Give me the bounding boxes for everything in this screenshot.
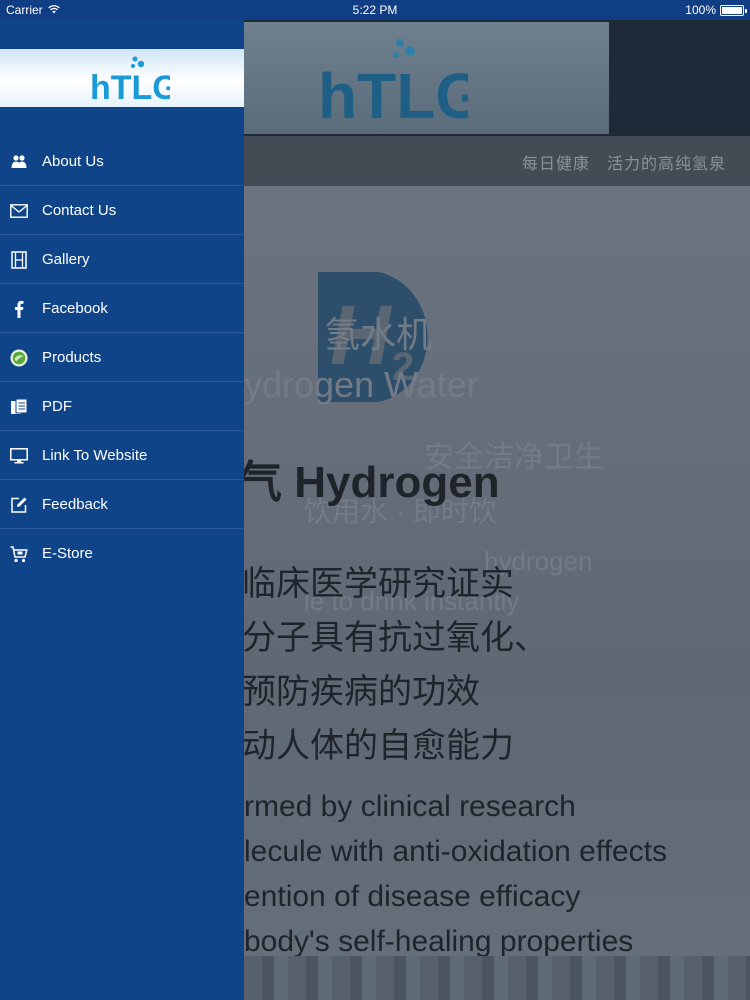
menu-item-label: Facebook (42, 300, 108, 317)
facebook-icon (10, 300, 28, 318)
main-content[interactable]: hTLG 每日健康 活力的高纯氢泉 H 2 氢水机 ydrogen Water … (244, 20, 750, 1000)
menu-item-label: PDF (42, 398, 72, 415)
brand-logo-text: hTLG (318, 60, 468, 128)
drawer-menu: About Us Contact Us Gallery Facebook Pro… (0, 137, 244, 578)
ghost-decoration: 氢水机 (324, 314, 433, 355)
ghost-decoration: ydrogen Water (244, 364, 479, 405)
drawer-logo-text: hTLG (90, 69, 170, 103)
menu-item-label: Link To Website (42, 447, 148, 464)
menu-item-facebook[interactable]: Facebook (0, 284, 244, 333)
drawer-header: hTLG (0, 49, 244, 107)
poster-cn-line: 临床医学研究证实 (244, 565, 514, 603)
menu-item-e-store[interactable]: E-Store (0, 529, 244, 578)
monitor-icon (10, 447, 28, 465)
status-bar: Carrier 5:22 PM 100% (0, 0, 750, 20)
poster-en-line: rmed by clinical research (244, 790, 576, 823)
poster-en-line: body's self-healing properties (244, 925, 634, 958)
envelope-icon (10, 202, 28, 220)
products-icon (10, 349, 28, 367)
poster-cn-line: 动人体的自愈能力 (244, 727, 514, 765)
slogan-text: 每日健康 活力的高纯氢泉 (521, 156, 726, 173)
poster-en-line: lecule with anti-oxidation effects (244, 835, 668, 868)
pebbles-decoration (244, 956, 750, 1000)
drawer-logo: hTLG (90, 56, 170, 103)
battery-icon (720, 4, 747, 16)
menu-item-about-us[interactable]: About Us (0, 137, 244, 186)
poster-headline: 气 Hydrogen (244, 458, 500, 507)
poster-cn-line: 分子具有抗过氧化、 (244, 619, 548, 657)
documents-icon (10, 398, 28, 416)
menu-item-link-to-website[interactable]: Link To Website (0, 431, 244, 480)
header-banner: hTLG (244, 22, 609, 134)
menu-item-feedback[interactable]: Feedback (0, 480, 244, 529)
menu-item-pdf[interactable]: PDF (0, 382, 244, 431)
poster-cn-line: 预防疾病的功效 (244, 673, 480, 711)
menu-item-label: Gallery (42, 251, 90, 268)
menu-item-label: About Us (42, 153, 104, 170)
poster-en-line: ention of disease efficacy (244, 880, 581, 913)
menu-item-contact-us[interactable]: Contact Us (0, 186, 244, 235)
cart-icon (10, 545, 28, 563)
menu-item-products[interactable]: Products (0, 333, 244, 382)
menu-item-label: Feedback (42, 496, 108, 513)
film-icon (10, 251, 28, 269)
battery-percent: 100% (685, 3, 716, 17)
edit-icon (10, 496, 28, 514)
menu-item-label: Contact Us (42, 202, 117, 219)
people-icon (10, 153, 28, 171)
menu-item-gallery[interactable]: Gallery (0, 235, 244, 284)
brand-logo: hTLG (318, 39, 468, 128)
menu-item-label: Products (42, 349, 102, 366)
battery-group: 100% (685, 3, 747, 17)
clock: 5:22 PM (352, 3, 398, 17)
side-drawer: hTLG About Us Contact Us Gallery Faceboo… (0, 20, 244, 1000)
menu-item-label: E-Store (42, 545, 93, 562)
